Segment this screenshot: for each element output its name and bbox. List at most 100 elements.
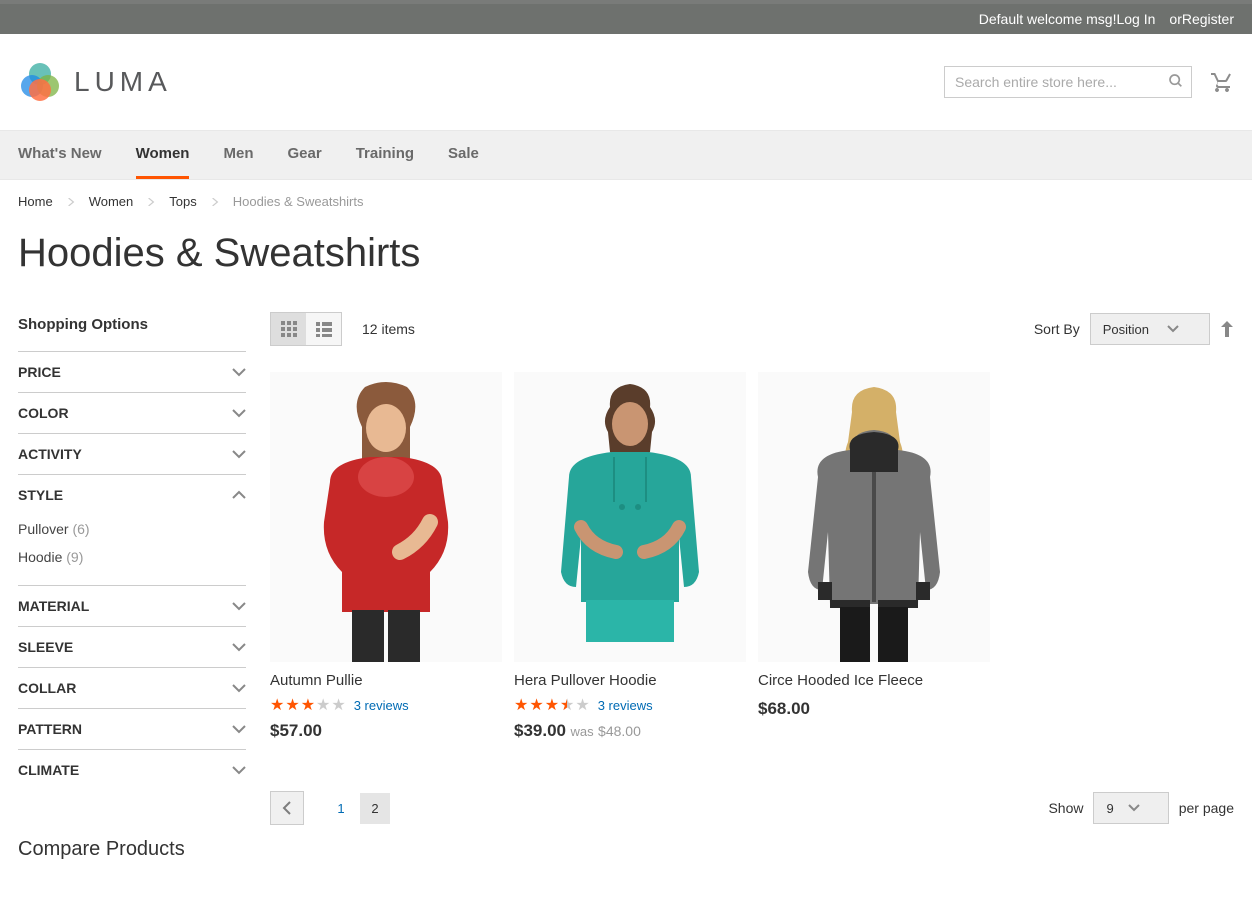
show-label: Show (1048, 800, 1083, 816)
filter-option-hoodie[interactable]: Hoodie (9) (18, 543, 246, 571)
breadcrumbs: Home Women Tops Hoodies & Sweatshirts (0, 180, 1252, 223)
filter-climate[interactable]: CLIMATE (18, 749, 246, 790)
breadcrumb-women[interactable]: Women (89, 194, 134, 209)
product-image[interactable] (270, 372, 502, 662)
top-bar: Default welcome msg! Log In or Register (0, 0, 1252, 34)
chevron-right-icon (147, 198, 155, 206)
product-card: Autumn Pullie ★★★★★ 3 reviews $57.00 (270, 372, 502, 741)
nav-women[interactable]: Women (136, 131, 190, 179)
breadcrumb-home[interactable]: Home (18, 194, 53, 209)
sort-direction-icon[interactable] (1220, 321, 1234, 337)
breadcrumb-tops[interactable]: Tops (169, 194, 196, 209)
view-list-button[interactable] (306, 313, 341, 345)
nav-training[interactable]: Training (356, 131, 414, 179)
login-link[interactable]: Log In (1116, 11, 1155, 27)
nav-sale[interactable]: Sale (448, 131, 479, 179)
show-select[interactable]: 9 (1093, 792, 1168, 824)
chevron-down-icon (232, 408, 246, 418)
nav-gear[interactable]: Gear (287, 131, 321, 179)
header-main: LUMA (0, 34, 1252, 130)
chevron-down-icon (1167, 325, 1179, 333)
sort-value: Position (1103, 322, 1149, 337)
view-modes (270, 312, 342, 346)
filter-label: PRICE (18, 364, 61, 380)
compare-products-title: Compare Products (18, 790, 246, 861)
filter-pattern[interactable]: PATTERN (18, 708, 246, 749)
pager: 1 2 (270, 791, 390, 825)
filter-style[interactable]: STYLE (18, 474, 246, 515)
product-name[interactable]: Circe Hooded Ice Fleece (758, 662, 990, 693)
chevron-down-icon (232, 683, 246, 693)
shopping-options-title: Shopping Options (18, 306, 246, 351)
sort-by-label: Sort By (1034, 321, 1080, 337)
search-input[interactable] (944, 66, 1192, 98)
register-link[interactable]: Register (1182, 11, 1234, 27)
view-grid-button[interactable] (271, 313, 306, 345)
filter-activity[interactable]: ACTIVITY (18, 433, 246, 474)
rating-stars: ★★★★★ (514, 695, 590, 715)
cart-icon[interactable] (1210, 70, 1234, 94)
filter-label: MATERIAL (18, 598, 89, 614)
filter-label: COLLAR (18, 680, 76, 696)
old-price: $48.00 (598, 723, 641, 739)
filter-material[interactable]: MATERIAL (18, 585, 246, 626)
chevron-down-icon (232, 724, 246, 734)
filter-label: CLIMATE (18, 762, 79, 778)
product-price: $68.00 (758, 693, 990, 719)
list-icon (316, 321, 332, 337)
filter-sleeve[interactable]: SLEEVE (18, 626, 246, 667)
grid-icon (281, 321, 297, 337)
sort-select[interactable]: Position (1090, 313, 1210, 345)
welcome-msg: Default welcome msg! (979, 11, 1117, 27)
chevron-down-icon (232, 642, 246, 652)
filter-price[interactable]: PRICE (18, 351, 246, 392)
chevron-down-icon (232, 601, 246, 611)
product-card: Hera Pullover Hoodie ★★★★★ 3 reviews $39… (514, 372, 746, 741)
filter-label: COLOR (18, 405, 69, 421)
chevron-down-icon (1128, 804, 1140, 812)
filter-option-count: (6) (72, 521, 89, 537)
chevron-down-icon (232, 367, 246, 377)
per-page-label: per page (1179, 800, 1234, 816)
toolbar-bottom: 1 2 Show 9 per page (270, 741, 1234, 845)
was-label: was (570, 724, 593, 739)
nav-men[interactable]: Men (223, 131, 253, 179)
product-name[interactable]: Hera Pullover Hoodie (514, 662, 746, 693)
nav-whats-new[interactable]: What's New (18, 131, 102, 179)
filter-color[interactable]: COLOR (18, 392, 246, 433)
sidebar: Shopping Options PRICE COLOR ACTIVITY ST… (18, 306, 246, 861)
product-card: Circe Hooded Ice Fleece $68.00 (758, 372, 990, 741)
search-wrap (944, 66, 1192, 98)
pager-page-2[interactable]: 2 (360, 793, 390, 824)
product-price: $57.00 (270, 721, 502, 741)
reviews-link[interactable]: 3 reviews (598, 698, 653, 713)
chevron-up-icon (232, 490, 246, 500)
chevron-right-icon (211, 198, 219, 206)
product-image[interactable] (514, 372, 746, 662)
product-name[interactable]: Autumn Pullie (270, 662, 502, 693)
filter-label: STYLE (18, 487, 63, 503)
filter-label: PATTERN (18, 721, 82, 737)
show-value: 9 (1106, 801, 1113, 816)
product-grid: Autumn Pullie ★★★★★ 3 reviews $57.00 Her… (270, 362, 1234, 741)
filter-collar[interactable]: COLLAR (18, 667, 246, 708)
pager-page-1[interactable]: 1 (326, 793, 356, 824)
product-image[interactable] (758, 372, 990, 662)
breadcrumb-current: Hoodies & Sweatshirts (233, 194, 364, 209)
toolbar-top: 12 items Sort By Position (270, 306, 1234, 362)
logo[interactable]: LUMA (18, 60, 172, 104)
search-icon[interactable] (1168, 73, 1184, 89)
pager-prev[interactable] (270, 791, 304, 825)
reviews-link[interactable]: 3 reviews (354, 698, 409, 713)
chevron-down-icon (232, 765, 246, 775)
chevron-right-icon (67, 198, 75, 206)
logo-text: LUMA (74, 66, 172, 98)
logo-icon (18, 60, 62, 104)
filter-option-name: Pullover (18, 521, 69, 537)
filter-option-count: (9) (66, 549, 83, 565)
nav-bar: What's New Women Men Gear Training Sale (0, 130, 1252, 180)
page-title: Hoodies & Sweatshirts (0, 223, 1252, 306)
filter-option-pullover[interactable]: Pullover (6) (18, 515, 246, 543)
chevron-left-icon (282, 801, 292, 815)
item-count: 12 items (362, 321, 415, 337)
